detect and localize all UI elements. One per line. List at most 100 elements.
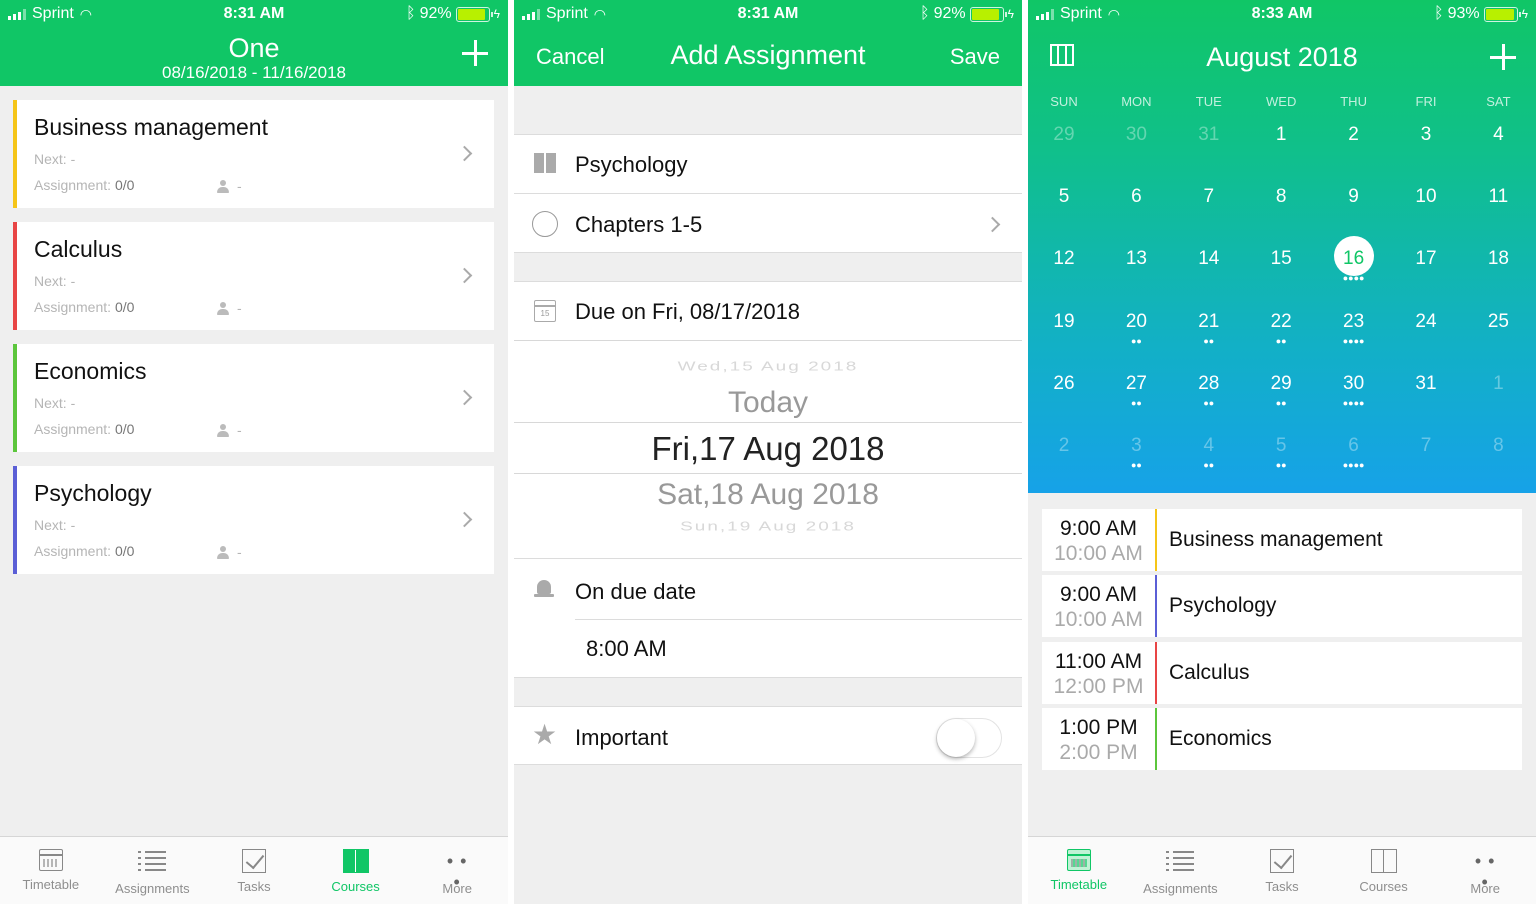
calendar-day[interactable]: 4 [1462, 124, 1534, 146]
assignment-count: Assignment: 0/0 [34, 299, 135, 315]
calendar-day[interactable]: 4 ●● [1173, 435, 1245, 470]
calendar-day[interactable]: 1 [1245, 124, 1317, 146]
picker-option[interactable]: Today [514, 386, 1022, 420]
tab-more[interactable]: More [1434, 837, 1536, 904]
course-card[interactable]: Economics Next: - Assignment: 0/0 - [13, 344, 494, 452]
calendar-day[interactable]: 26 [1028, 373, 1100, 395]
course-value: Psychology [575, 152, 688, 177]
calendar-day-today[interactable]: 16 ●●●● [1318, 236, 1390, 283]
assignment-name-row[interactable]: Chapters 1-5 [514, 193, 1022, 253]
day-number: 11 [1488, 186, 1509, 208]
calendar-day[interactable]: 19 [1028, 311, 1100, 333]
calendar-day[interactable]: 6 ●●●● [1318, 435, 1390, 470]
tab-more[interactable]: More [406, 837, 508, 904]
calendar-day[interactable]: 9 [1318, 186, 1390, 208]
calendar-day[interactable]: 7 [1390, 435, 1462, 457]
calendar-day[interactable]: 23 ●●●● [1318, 311, 1390, 346]
tab-timetable[interactable]: Timetable [0, 837, 102, 904]
battery-icon [1483, 6, 1521, 22]
calendar-day[interactable]: 15 [1245, 248, 1317, 270]
bluetooth-icon: ᛒ [920, 5, 930, 22]
calendar-day[interactable]: 5 ●● [1245, 435, 1317, 470]
course-card[interactable]: Business management Next: - Assignment: 0/… [13, 100, 494, 208]
calendar-day[interactable]: 8 [1462, 435, 1534, 457]
calendar-day[interactable]: 29 ●● [1245, 373, 1317, 408]
calendar-day[interactable]: 8 [1245, 186, 1317, 208]
calendar-day[interactable]: 22 ●● [1245, 311, 1317, 346]
important-label: Important [575, 725, 668, 750]
month-title[interactable]: August 2018 [1028, 42, 1536, 73]
calendar-day[interactable]: 13 [1100, 248, 1172, 270]
tab-courses[interactable]: Courses [305, 837, 407, 904]
calendar-day[interactable]: 3 ●● [1100, 435, 1172, 470]
save-button[interactable]: Save [950, 44, 1000, 70]
term-title[interactable]: One [0, 33, 508, 64]
tab-assignments[interactable]: Assignments [102, 837, 204, 904]
person-icon [217, 179, 229, 193]
tab-timetable[interactable]: Timetable [1028, 837, 1130, 904]
important-toggle[interactable] [936, 718, 1002, 758]
calendar-day[interactable]: 21 ●● [1173, 311, 1245, 346]
calendar-day[interactable]: 18 [1462, 248, 1534, 270]
calendar-day[interactable]: 31 [1390, 373, 1462, 395]
course-card[interactable]: Calculus Next: - Assignment: 0/0 - [13, 222, 494, 330]
calendar-day[interactable]: 17 [1390, 248, 1462, 270]
calendar-day[interactable]: 30 [1100, 124, 1172, 146]
calendar-day[interactable]: 28 ●● [1173, 373, 1245, 408]
calendar-day[interactable]: 10 [1390, 186, 1462, 208]
chevron-right-icon [456, 145, 473, 162]
reminder-time-row[interactable]: 8:00 AM [514, 619, 1022, 678]
picker-selected[interactable]: Fri,17 Aug 2018 [514, 430, 1022, 468]
completion-circle-icon[interactable] [532, 211, 558, 237]
day-number: 17 [1415, 248, 1437, 270]
picker-option[interactable]: Wed,15 Aug 2018 [514, 359, 1022, 374]
tab-tasks[interactable]: Tasks [1231, 837, 1333, 904]
event-course-name: Economics [1169, 726, 1272, 750]
calendar-day[interactable]: 30 ●●●● [1318, 373, 1390, 408]
due-date-row[interactable]: 15 Due on Fri, 08/17/2018 [514, 281, 1022, 340]
calendar-day[interactable]: 12 [1028, 248, 1100, 270]
course-select-row[interactable]: Psychology [514, 134, 1022, 193]
picker-option[interactable]: Sun,19 Aug 2018 [514, 519, 1022, 534]
calendar-day[interactable]: 14 [1173, 248, 1245, 270]
screen-title: Add Assignment [670, 40, 866, 70]
calendar-day[interactable]: 1 [1462, 373, 1534, 395]
calendar-day[interactable]: 2 [1318, 124, 1390, 146]
event-dots: ●●●● [1342, 335, 1365, 346]
tab-assignments[interactable]: Assignments [1130, 837, 1232, 904]
calendar-day[interactable]: 29 [1028, 124, 1100, 146]
tab-tasks[interactable]: Tasks [203, 837, 305, 904]
calendar-day[interactable]: 31 [1173, 124, 1245, 146]
chevron-right-icon [456, 389, 473, 406]
battery-percent: 93% [1447, 5, 1480, 22]
calendar-day[interactable]: 27 ●● [1100, 373, 1172, 408]
timetable-event[interactable]: 11:00 AM 12:00 PM Calculus [1042, 641, 1522, 704]
battery-icon [969, 6, 1007, 22]
calendar-day[interactable]: 24 [1390, 311, 1462, 333]
reminder-row[interactable]: On due date [514, 558, 1022, 619]
calendar-day[interactable]: 7 [1173, 186, 1245, 208]
tab-courses[interactable]: Courses [1333, 837, 1435, 904]
date-picker[interactable]: Wed,15 Aug 2018 Today Fri,17 Aug 2018 Sa… [514, 340, 1022, 558]
calendar-day[interactable]: 6 [1100, 186, 1172, 208]
timetable-event[interactable]: 1:00 PM 2:00 PM Economics [1042, 707, 1522, 770]
day-number: 13 [1125, 248, 1147, 270]
calendar-day[interactable]: 11 [1462, 186, 1534, 208]
calendar-day[interactable]: 2 [1028, 435, 1100, 457]
add-assignment-screen: Sprint ◠ 8:31 AM ᛒ 92% ϟ Cancel Add Assi… [514, 0, 1022, 904]
picker-option[interactable]: Sat,18 Aug 2018 [514, 478, 1022, 512]
add-event-button[interactable] [1490, 44, 1516, 70]
add-course-button[interactable] [462, 40, 488, 66]
calendar-day[interactable]: 25 [1462, 311, 1534, 333]
timetable-event[interactable]: 9:00 AM 10:00 AM Psychology [1042, 575, 1522, 638]
calendar-day[interactable]: 5 [1028, 186, 1100, 208]
assignment-name: Chapters 1-5 [575, 212, 703, 237]
course-color-bar [1155, 641, 1157, 704]
tasks-icon [1269, 849, 1294, 873]
calendar-day[interactable]: 20 ●● [1100, 311, 1172, 346]
battery-percent: 92% [419, 5, 452, 22]
timetable-event[interactable]: 9:00 AM 10:00 AM Business management [1042, 509, 1522, 571]
course-card[interactable]: Psychology Next: - Assignment: 0/0 - [13, 466, 494, 574]
day-number: 7 [1420, 435, 1432, 456]
calendar-day[interactable]: 3 [1390, 124, 1462, 146]
